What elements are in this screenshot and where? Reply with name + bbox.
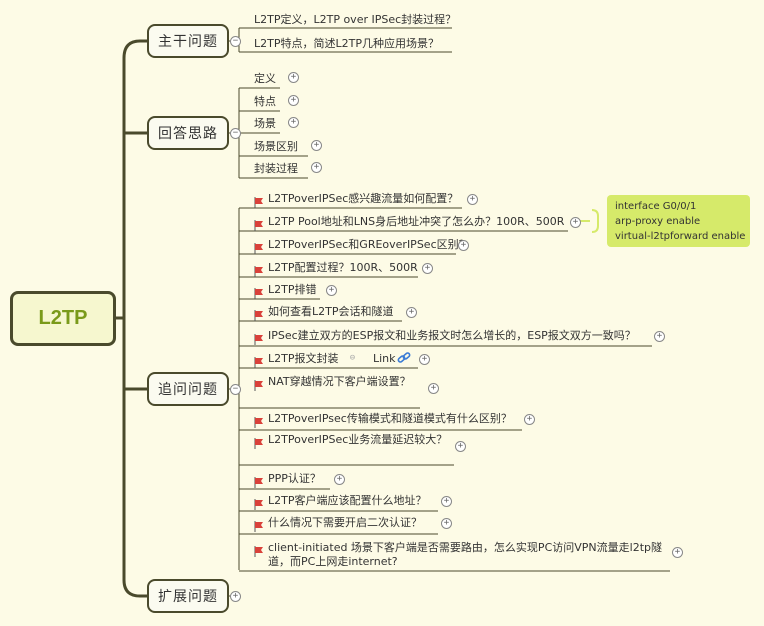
list-item[interactable]: IPSec建立双方的ESP报文和业务报文时怎么增长的，ESP报文双方一致吗？ bbox=[268, 329, 636, 343]
branch-label: 回答思路 bbox=[158, 126, 218, 142]
flag-icon bbox=[254, 495, 264, 510]
expand-icon[interactable]: + bbox=[467, 194, 478, 205]
expand-icon[interactable]: + bbox=[441, 518, 452, 529]
list-item[interactable]: 定义 bbox=[254, 72, 276, 86]
expand-icon[interactable]: + bbox=[458, 240, 469, 251]
flag-icon bbox=[254, 284, 264, 299]
list-item[interactable]: L2TP特点，简述L2TP几种应用场景？ bbox=[254, 37, 439, 51]
flag-icon bbox=[254, 239, 264, 254]
flag-icon bbox=[254, 434, 264, 449]
expand-icon[interactable]: + bbox=[428, 383, 439, 394]
list-item[interactable]: 特点 bbox=[254, 95, 276, 109]
list-item[interactable]: L2TPoverIPSec感兴趣流量如何配置？ bbox=[268, 192, 458, 206]
branch-label: 主干问题 bbox=[158, 34, 218, 50]
list-item[interactable]: NAT穿越情况下客户端设置？ bbox=[268, 375, 411, 389]
root-node[interactable]: L2TP bbox=[10, 291, 116, 346]
expand-icon[interactable]: + bbox=[230, 591, 241, 602]
expand-icon[interactable]: + bbox=[288, 72, 299, 83]
flag-icon bbox=[254, 473, 264, 488]
list-item[interactable]: L2TPoverIPsec传输模式和隧道模式有什么区别？ bbox=[268, 412, 512, 426]
expand-icon[interactable]: + bbox=[326, 285, 337, 296]
branch-extension[interactable]: 扩展问题 bbox=[147, 579, 229, 613]
note-line: interface G0/0/1 bbox=[615, 201, 697, 212]
expand-icon[interactable]: + bbox=[334, 474, 345, 485]
link-label[interactable]: Link bbox=[373, 352, 396, 366]
note-line: arp-proxy enable bbox=[615, 216, 701, 227]
expand-icon[interactable]: + bbox=[422, 263, 433, 274]
list-item[interactable]: L2TP Pool地址和LNS身后地址冲突了怎么办？100R、500R bbox=[268, 215, 564, 229]
flag-icon bbox=[254, 193, 264, 208]
collapse-icon[interactable]: ⊖ bbox=[348, 354, 357, 363]
expand-icon[interactable]: + bbox=[570, 217, 581, 228]
flag-icon bbox=[254, 353, 264, 368]
flag-icon bbox=[254, 306, 264, 321]
link-icon[interactable] bbox=[397, 350, 411, 369]
expand-icon[interactable]: + bbox=[441, 496, 452, 507]
list-item[interactable]: client-initiated 场景下客户端是否需要路由，怎么实现PC访问VP… bbox=[268, 541, 668, 569]
expand-icon[interactable]: + bbox=[654, 331, 665, 342]
flag-icon bbox=[254, 413, 264, 428]
collapse-icon[interactable]: − bbox=[230, 128, 241, 139]
branch-label: 追问问题 bbox=[158, 382, 218, 398]
list-item[interactable]: L2TP定义，L2TP over IPSec封装过程？ bbox=[254, 13, 456, 27]
list-item[interactable]: L2TP报文封装 bbox=[268, 352, 338, 366]
list-item[interactable]: L2TPoverIPSec业务流量延迟较大？ bbox=[268, 433, 447, 447]
flag-icon bbox=[254, 216, 264, 231]
expand-icon[interactable]: + bbox=[288, 117, 299, 128]
flag-icon bbox=[254, 330, 264, 345]
list-item[interactable]: L2TP配置过程？100R、500R bbox=[268, 261, 418, 275]
flag-icon bbox=[254, 376, 264, 391]
root-label: L2TP bbox=[38, 307, 88, 329]
expand-icon[interactable]: + bbox=[455, 441, 466, 452]
list-item[interactable]: 场景 bbox=[254, 117, 276, 131]
flag-icon bbox=[254, 262, 264, 277]
flag-icon bbox=[254, 542, 264, 557]
list-item[interactable]: L2TPoverIPSec和GREoverIPSec区别？ bbox=[268, 238, 470, 252]
list-item[interactable]: 封装过程 bbox=[254, 162, 298, 176]
collapse-icon[interactable]: − bbox=[230, 384, 241, 395]
branch-answer-approach[interactable]: 回答思路 bbox=[147, 116, 229, 150]
collapse-icon[interactable]: − bbox=[230, 36, 241, 47]
list-item[interactable]: 什么情况下需要开启二次认证？ bbox=[268, 516, 422, 530]
config-note: interface G0/0/1 arp-proxy enable virtua… bbox=[607, 195, 750, 247]
list-item[interactable]: L2TP排错 bbox=[268, 283, 316, 297]
list-item[interactable]: 场景区别 bbox=[254, 140, 298, 154]
branch-trunk-questions[interactable]: 主干问题 bbox=[147, 24, 229, 58]
list-item[interactable]: 如何查看L2TP会话和隧道 bbox=[268, 305, 393, 319]
expand-icon[interactable]: + bbox=[419, 354, 430, 365]
list-item[interactable]: PPP认证？ bbox=[268, 472, 321, 486]
expand-icon[interactable]: + bbox=[672, 547, 683, 558]
expand-icon[interactable]: + bbox=[406, 307, 417, 318]
branch-follow-up[interactable]: 追问问题 bbox=[147, 372, 229, 406]
flag-icon bbox=[254, 517, 264, 532]
expand-icon[interactable]: + bbox=[311, 140, 322, 151]
branch-label: 扩展问题 bbox=[158, 589, 218, 605]
expand-icon[interactable]: + bbox=[288, 95, 299, 106]
expand-icon[interactable]: + bbox=[524, 414, 535, 425]
expand-icon[interactable]: + bbox=[311, 162, 322, 173]
list-item[interactable]: L2TP客户端应该配置什么地址？ bbox=[268, 494, 426, 508]
note-line: virtual-l2tpforward enable bbox=[615, 231, 746, 242]
